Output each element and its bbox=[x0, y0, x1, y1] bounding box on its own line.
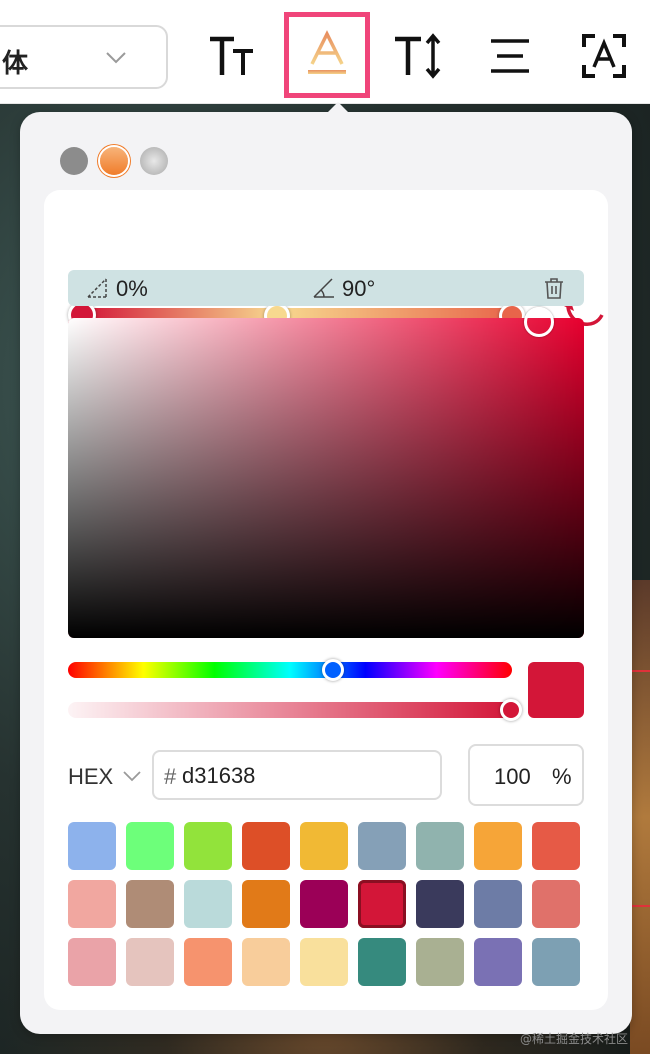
color-swatch[interactable] bbox=[242, 822, 290, 870]
gradient-angle-value[interactable]: 90° bbox=[342, 276, 375, 302]
saturation-value-handle[interactable] bbox=[524, 307, 554, 337]
font-family-select[interactable]: 体 bbox=[0, 25, 168, 89]
font-family-value: 体 bbox=[2, 49, 29, 79]
color-swatch[interactable] bbox=[126, 822, 174, 870]
color-swatch[interactable] bbox=[474, 822, 522, 870]
color-swatch[interactable] bbox=[416, 880, 464, 928]
text-stroke-icon bbox=[582, 34, 626, 78]
color-swatch[interactable] bbox=[184, 880, 232, 928]
color-swatch[interactable] bbox=[358, 880, 406, 928]
color-swatch[interactable] bbox=[474, 880, 522, 928]
opacity-unit: % bbox=[552, 764, 572, 789]
color-swatch[interactable] bbox=[68, 880, 116, 928]
color-swatch[interactable] bbox=[300, 880, 348, 928]
opacity-value[interactable]: 100 bbox=[494, 764, 531, 790]
chevron-down-icon[interactable] bbox=[122, 766, 142, 786]
color-format-label[interactable]: HEX bbox=[68, 764, 113, 790]
hex-hash: # bbox=[164, 764, 177, 789]
hue-slider-knob[interactable] bbox=[322, 659, 344, 681]
text-size-button[interactable] bbox=[192, 16, 272, 96]
text-align-button[interactable] bbox=[470, 16, 550, 96]
text-color-button[interactable] bbox=[284, 12, 370, 98]
color-swatch[interactable] bbox=[242, 880, 290, 928]
stop-position-icon bbox=[87, 278, 107, 298]
saturation-value-area[interactable] bbox=[68, 318, 584, 638]
color-swatch[interactable] bbox=[532, 938, 580, 986]
alpha-slider-knob[interactable] bbox=[500, 699, 522, 721]
color-swatch[interactable] bbox=[300, 822, 348, 870]
color-swatch[interactable] bbox=[242, 938, 290, 986]
color-swatch[interactable] bbox=[68, 938, 116, 986]
picker-panel: 0% 90° HEX # d31638 100 % bbox=[44, 190, 608, 1010]
color-swatch[interactable] bbox=[126, 880, 174, 928]
color-swatch[interactable] bbox=[126, 938, 174, 986]
hex-input[interactable]: # d31638 bbox=[152, 750, 442, 800]
color-preview bbox=[528, 662, 584, 718]
trash-icon[interactable] bbox=[542, 276, 566, 300]
line-height-icon bbox=[395, 33, 441, 79]
linear-gradient-mode[interactable] bbox=[100, 147, 128, 175]
color-swatch[interactable] bbox=[532, 822, 580, 870]
text-stroke-button[interactable] bbox=[564, 16, 644, 96]
color-swatch[interactable] bbox=[532, 880, 580, 928]
color-swatch[interactable] bbox=[358, 938, 406, 986]
line-height-button[interactable] bbox=[378, 16, 458, 96]
gradient-angle-bar: 0% 90° bbox=[68, 270, 584, 306]
opacity-input[interactable]: 100 % bbox=[468, 744, 584, 806]
color-swatch[interactable] bbox=[474, 938, 522, 986]
radial-gradient-mode[interactable] bbox=[140, 147, 168, 175]
chevron-down-icon bbox=[106, 52, 126, 64]
color-swatch[interactable] bbox=[300, 938, 348, 986]
text-color-gradient-icon bbox=[308, 30, 346, 74]
text-toolbar: 体 bbox=[0, 0, 650, 104]
text-size-icon bbox=[210, 36, 253, 75]
color-picker-popover: 0% 90° HEX # d31638 100 % bbox=[20, 102, 632, 1034]
watermark: @稀土掘金技术社区 bbox=[520, 1032, 629, 1046]
color-swatch[interactable] bbox=[68, 822, 116, 870]
color-swatch[interactable] bbox=[416, 938, 464, 986]
color-swatch[interactable] bbox=[184, 822, 232, 870]
stop-position-value[interactable]: 0% bbox=[116, 276, 148, 302]
color-swatch[interactable] bbox=[184, 938, 232, 986]
angle-icon bbox=[313, 278, 334, 298]
solid-color-mode[interactable] bbox=[60, 147, 88, 175]
color-swatch[interactable] bbox=[416, 822, 464, 870]
color-swatch[interactable] bbox=[358, 822, 406, 870]
alpha-slider[interactable] bbox=[68, 702, 512, 718]
text-align-center-icon bbox=[491, 39, 529, 73]
hex-value[interactable]: d31638 bbox=[182, 763, 255, 789]
hue-slider[interactable] bbox=[68, 662, 512, 678]
